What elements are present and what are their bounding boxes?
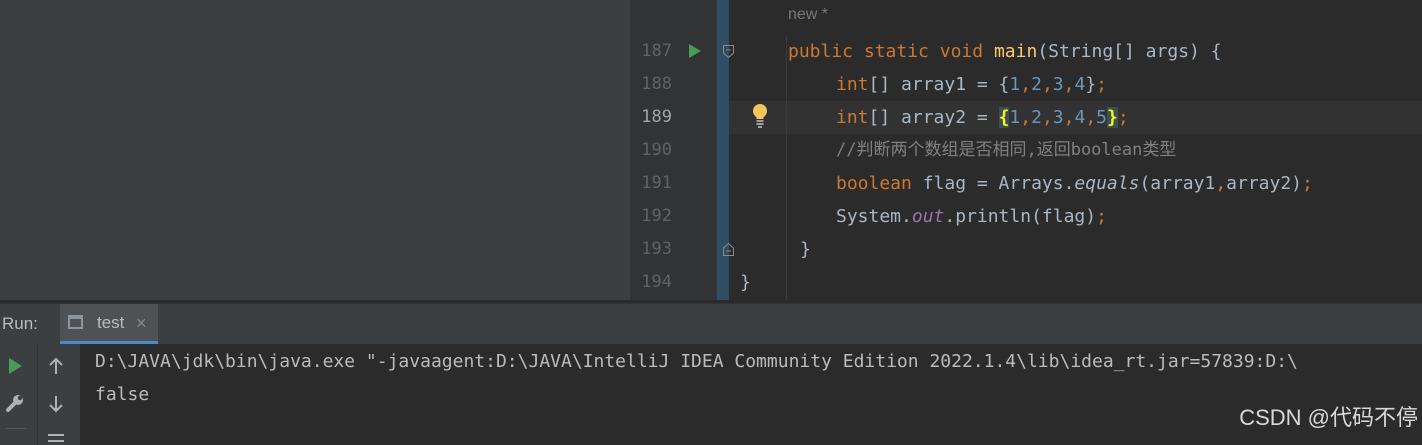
code-line-187[interactable]: public static void main(String[] args) { [630, 35, 1422, 68]
token-number: 4 [1074, 74, 1086, 95]
token-comma: , [1020, 74, 1032, 95]
token-comma: , [1020, 107, 1032, 128]
token-number: 1 [1009, 74, 1021, 95]
token-number: 2 [1031, 74, 1042, 95]
token-text: (array1 [1139, 173, 1216, 194]
toolbar-divider [6, 428, 26, 429]
token-method: main [993, 41, 1038, 62]
code-line-191[interactable]: boolean flag = Arrays.equals(array1,arra… [630, 167, 1422, 200]
token-text: (String[] args) { [1037, 41, 1222, 62]
code-line-193[interactable]: } [630, 233, 1422, 266]
token-comma: , [1063, 74, 1075, 95]
console-window-icon [68, 315, 83, 329]
token-number: 3 [1052, 74, 1064, 95]
token-number: 1 [1009, 107, 1021, 128]
token-number: 5 [1096, 107, 1107, 128]
code-editor[interactable]: new * 187 188 189 190 191 192 193 194 pu… [630, 0, 1422, 300]
code-line-190-comment[interactable]: //判断两个数组是否相同,返回boolean类型 [630, 134, 1422, 167]
token-comma: , [1215, 173, 1227, 194]
token-comma: , [1063, 107, 1075, 128]
rerun-icon[interactable] [6, 357, 24, 375]
token-semicolon: ; [1096, 74, 1107, 95]
run-label: Run: [2, 314, 38, 333]
toolbar-divider [37, 344, 38, 445]
run-tab-test[interactable]: test × [60, 304, 158, 344]
token-keyword: int [836, 74, 869, 95]
soft-wrap-icon[interactable] [47, 433, 65, 445]
console-output[interactable]: D:\JAVA\jdk\bin\java.exe "-javaagent:D:\… [80, 344, 1422, 445]
code-line-192[interactable]: System.out.println(flag); [630, 200, 1422, 233]
token-text: flag = Arrays. [911, 173, 1075, 194]
console-line-output: false [95, 384, 150, 405]
arrow-up-icon[interactable] [47, 356, 65, 376]
token-number: 2 [1031, 107, 1042, 128]
token-comma: , [1085, 107, 1097, 128]
run-tab-label: test [97, 313, 125, 332]
token-text: [] array1 = { [868, 74, 1010, 95]
token-comma: , [1041, 107, 1053, 128]
console-toolbar [0, 344, 80, 445]
token-keyword: public [788, 41, 854, 62]
token-text: System. [836, 206, 912, 227]
close-icon[interactable]: × [136, 304, 147, 342]
token-brace-matched: { [998, 107, 1010, 128]
token-static-field: out [911, 206, 945, 227]
console-line-command: D:\JAVA\jdk\bin\java.exe "-javaagent:D:\… [95, 351, 1298, 372]
token-text: } [1085, 74, 1097, 95]
token-text: [] array2 = [868, 107, 999, 128]
wrench-icon[interactable] [5, 394, 25, 414]
token-text: .println(flag) [944, 206, 1097, 227]
token-keyword: boolean [836, 173, 912, 194]
token-static-method: equals [1074, 173, 1140, 194]
token-comma: , [1041, 74, 1053, 95]
token-number: 3 [1052, 107, 1064, 128]
token-keyword: void [939, 41, 984, 62]
code-vision-hint: new * [788, 6, 829, 23]
token-brace-matched: } [1107, 107, 1118, 128]
token-keyword: int [836, 107, 869, 128]
token-semicolon: ; [1302, 173, 1313, 194]
code-line-189[interactable]: int[] array2 = {1,2,3,4,5}; [630, 101, 1422, 134]
token-semicolon: ; [1117, 107, 1129, 128]
left-pane [0, 0, 630, 300]
code-line-194[interactable]: } [630, 266, 1422, 299]
token-text: array2) [1226, 173, 1303, 194]
code-line-188[interactable]: int[] array1 = {1,2,3,4}; [630, 68, 1422, 101]
arrow-down-icon[interactable] [47, 394, 65, 414]
token-semicolon: ; [1096, 206, 1107, 227]
token-keyword: static [863, 41, 929, 62]
watermark: CSDN @代码不停 [1239, 405, 1418, 430]
run-toolwindow-header: Run: test × [0, 303, 1422, 345]
token-number: 4 [1074, 107, 1086, 128]
